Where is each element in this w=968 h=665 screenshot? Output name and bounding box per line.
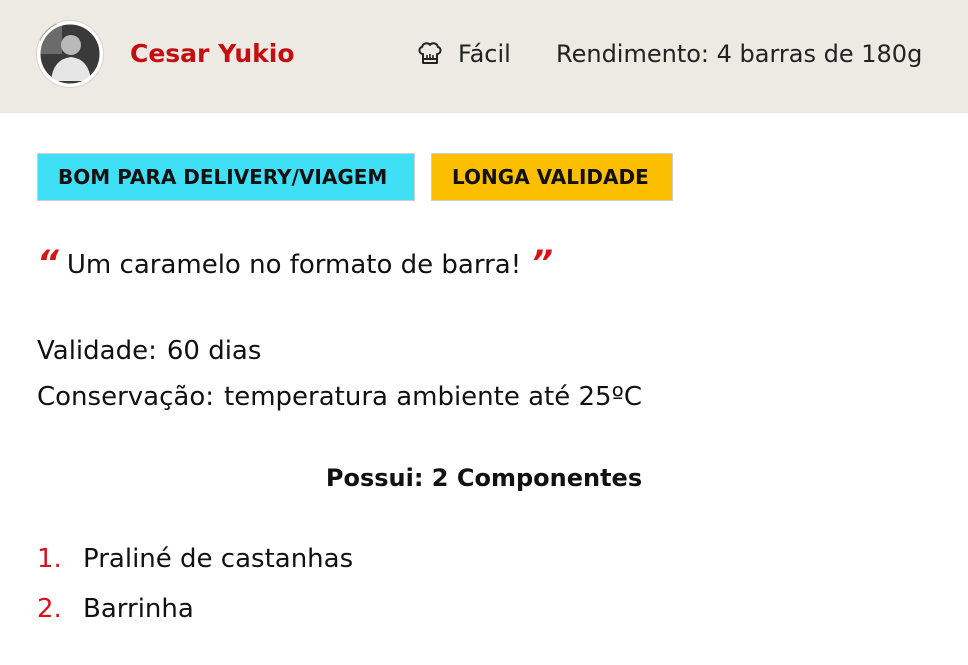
author-avatar[interactable] xyxy=(37,21,103,87)
list-item-number: 2. xyxy=(37,594,62,624)
list-item[interactable]: 1. Praliné de castanhas xyxy=(37,541,353,577)
difficulty: Fácil xyxy=(416,38,511,70)
close-quote-icon: ” xyxy=(531,243,554,283)
open-quote-icon: “ xyxy=(37,243,59,283)
quote-text: Um caramelo no formato de barra! xyxy=(66,250,522,280)
validade-value: 60 dias xyxy=(166,336,262,366)
chef-hat-icon xyxy=(416,40,444,68)
list-item-number: 1. xyxy=(37,544,62,574)
validade-row: Validade: 60 dias xyxy=(37,334,261,368)
validade-label: Validade: xyxy=(37,336,157,366)
list-item-name: Praliné de castanhas xyxy=(83,544,354,574)
recipe-quote: “ Um caramelo no formato de barra! ” xyxy=(37,243,554,283)
conservacao-value: temperatura ambiente até 25ºC xyxy=(224,382,642,412)
tag-delivery: BOM PARA DELIVERY/VIAGEM xyxy=(37,153,415,201)
conservacao-label: Conservação: xyxy=(37,382,214,412)
components-title: Possui: 2 Componentes xyxy=(325,464,643,492)
recipe-tags: BOM PARA DELIVERY/VIAGEM LONGA VALIDADE xyxy=(37,153,673,201)
recipe-header: Cesar Yukio Fácil Rendimento: 4 barras d… xyxy=(0,0,968,113)
tag-long-shelf-life: LONGA VALIDADE xyxy=(431,153,673,201)
yield-text: Rendimento: 4 barras de 180g xyxy=(556,40,923,68)
author-name[interactable]: Cesar Yukio xyxy=(130,38,295,70)
difficulty-label: Fácil xyxy=(458,40,511,68)
list-item[interactable]: 2. Barrinha xyxy=(37,591,353,627)
list-item-name: Barrinha xyxy=(83,594,194,624)
conservacao-row: Conservação: temperatura ambiente até 25º… xyxy=(37,380,642,414)
component-list: 1. Praliné de castanhas 2. Barrinha xyxy=(37,541,353,641)
